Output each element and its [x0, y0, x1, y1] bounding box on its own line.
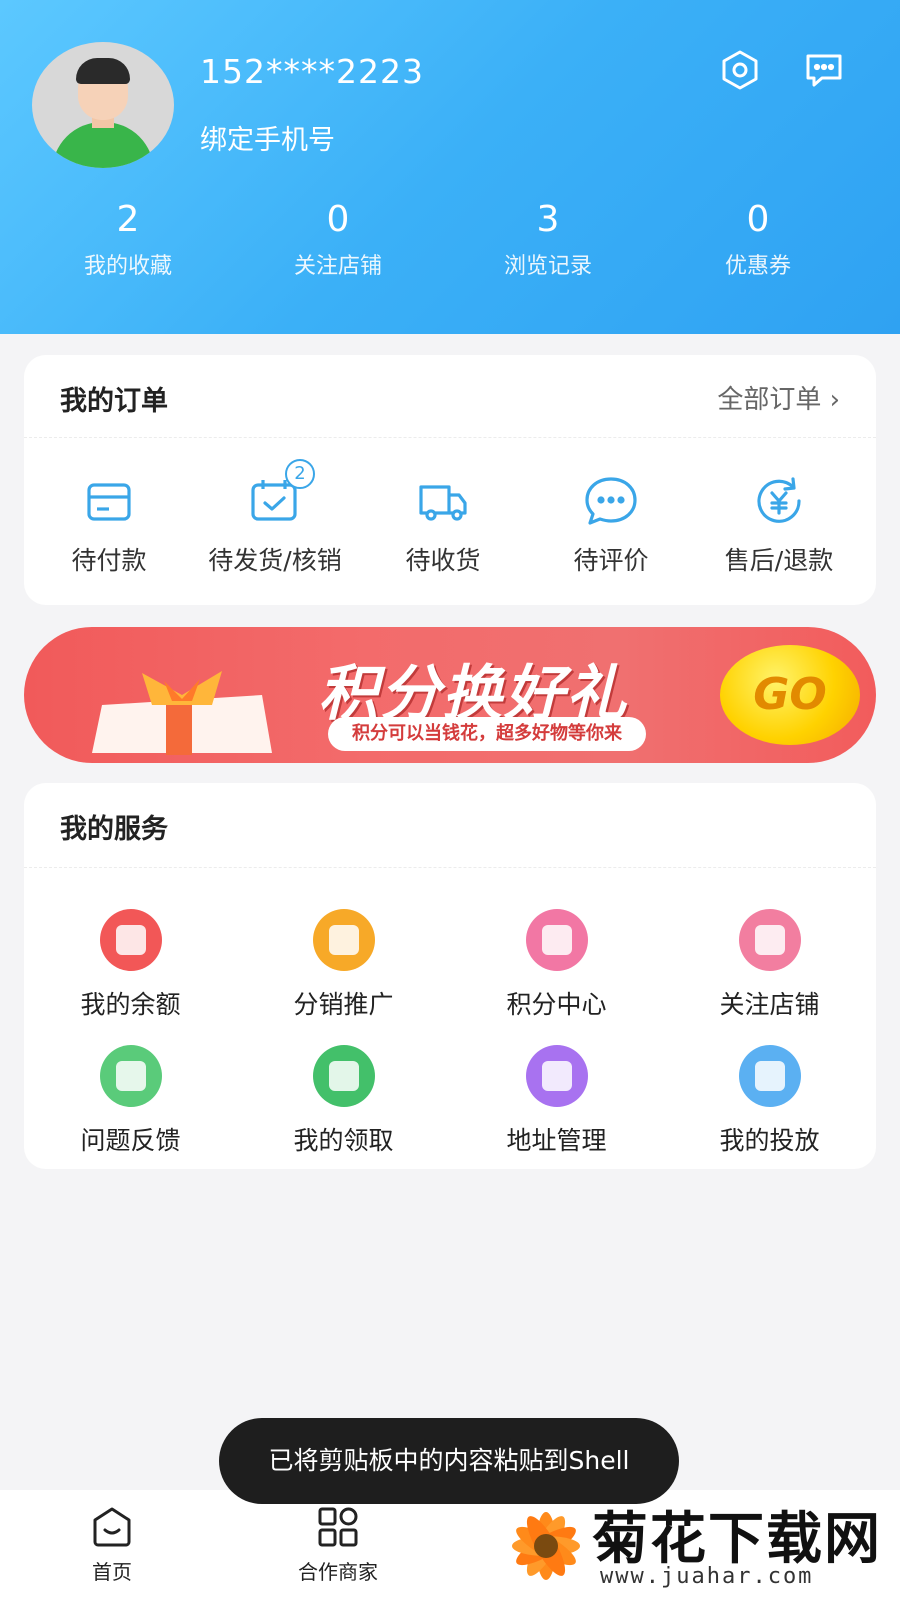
envelope-star-icon [525, 909, 588, 971]
wallet-icon [79, 471, 139, 531]
phone-number: 152****2223 [200, 52, 424, 91]
map-pin-icon [525, 1045, 588, 1107]
gift-box-icon [92, 671, 272, 755]
service-my-placements[interactable]: 我的投放 [663, 1045, 876, 1157]
services-card: 我的服务 我的余额 分销推广 积分中心 关注店铺 问题反馈 我的领取 地址管理 … [24, 783, 876, 1169]
order-after-sales[interactable]: 售后/退款 [694, 471, 864, 577]
watermark-title: 菊花下载网 [592, 1507, 882, 1572]
stat-favorites[interactable]: 2 我的收藏 [38, 200, 218, 280]
settings-icon[interactable] [718, 48, 762, 92]
orders-title: 我的订单 [60, 386, 168, 417]
service-feedback[interactable]: 问题反馈 [24, 1045, 237, 1157]
order-pending-payment[interactable]: 待付款 [24, 471, 194, 577]
service-my-claims[interactable]: 我的领取 [237, 1045, 450, 1157]
banner-subtitle: 积分可以当钱花，超多好物等你来 [328, 717, 646, 751]
stat-history[interactable]: 3 浏览记录 [458, 200, 638, 280]
avatar[interactable] [32, 42, 174, 168]
feedback-icon [99, 1045, 162, 1107]
order-pending-shipment[interactable]: 2 待发货/核销 [190, 459, 360, 577]
chrysanthemum-logo [512, 1512, 580, 1580]
service-followed-shops[interactable]: 关注店铺 [663, 909, 876, 1021]
comment-icon [581, 471, 641, 531]
service-points-center[interactable]: 积分中心 [450, 909, 663, 1021]
home-icon [93, 1507, 131, 1547]
calendar-icon [738, 1045, 801, 1107]
watermark-url: www.juahar.com [600, 1564, 814, 1589]
orders-card: 我的订单 全部订单 › 待付款 2 待发货/核销 待收货 待评价 售后/退款 [24, 355, 876, 605]
sprout-icon [312, 1045, 375, 1107]
grid-icon [318, 1507, 358, 1547]
tab-home[interactable]: 首页 [32, 1504, 192, 1585]
site-watermark: 菊花下载网 www.juahar.com [496, 1490, 900, 1600]
bind-phone-link[interactable]: 绑定手机号 [200, 118, 335, 157]
service-balance[interactable]: 我的余额 [24, 909, 237, 1021]
stat-coupons[interactable]: 0 优惠券 [668, 200, 848, 280]
stat-followed-shops[interactable]: 0 关注店铺 [248, 200, 428, 280]
shipment-count-badge: 2 [285, 459, 315, 489]
points-exchange-banner[interactable]: 积分换好礼 积分可以当钱花，超多好物等你来 GO [24, 627, 876, 763]
trophy-icon [312, 909, 375, 971]
services-title: 我的服务 [60, 814, 168, 845]
ship-check-icon: 2 [245, 459, 315, 531]
go-button[interactable]: GO [720, 645, 860, 745]
clipboard-toast: 已将剪贴板中的内容粘贴到Shell [219, 1418, 679, 1504]
all-orders-link[interactable]: 全部订单 › [717, 379, 840, 416]
order-pending-review[interactable]: 待评价 [526, 471, 696, 577]
service-address[interactable]: 地址管理 [450, 1045, 663, 1157]
truck-icon [413, 471, 473, 531]
order-pending-receipt[interactable]: 待收货 [358, 471, 528, 577]
refund-icon [749, 471, 809, 531]
profile-header: 152****2223 绑定手机号 2 我的收藏 0 关注店铺 3 浏览记录 0… [0, 0, 900, 334]
service-distribution[interactable]: 分销推广 [237, 909, 450, 1021]
message-icon[interactable] [802, 48, 846, 92]
tab-partners[interactable]: 合作商家 [258, 1504, 418, 1585]
gift-icon [738, 909, 801, 971]
money-bag-icon [99, 909, 162, 971]
